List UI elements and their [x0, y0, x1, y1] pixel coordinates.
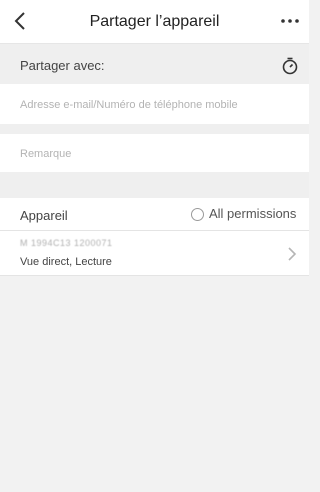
chevron-right-icon[interactable] — [287, 246, 297, 262]
note-field-placeholder: Remarque — [20, 148, 72, 160]
back-chevron-icon[interactable] — [10, 10, 32, 32]
top-navigation-bar: Partager l’appareil — [0, 0, 309, 44]
more-dots-icon[interactable] — [279, 12, 301, 30]
share-with-label: Partager avec: — [20, 58, 105, 73]
divider-bottom — [0, 275, 309, 276]
page-title: Partager l’appareil — [89, 13, 220, 30]
all-permissions-radio[interactable] — [191, 208, 204, 221]
contact-field-placeholder: Adresse e-mail/Numéro de téléphone mobil… — [20, 99, 238, 111]
device-id-text: M 1994C13 1200071 — [20, 238, 113, 248]
section-spacer — [0, 124, 309, 134]
note-field[interactable]: Remarque — [0, 134, 309, 172]
share-with-section: Partager avec: — [0, 44, 309, 84]
device-label: Appareil — [20, 208, 68, 223]
section-spacer-2 — [0, 172, 309, 198]
device-permissions-text: Vue direct, Lecture — [20, 256, 112, 268]
contact-field[interactable]: Adresse e-mail/Numéro de téléphone mobil… — [0, 84, 309, 124]
timer-icon[interactable] — [281, 57, 299, 75]
all-permissions-label[interactable]: All permissions — [209, 206, 296, 221]
